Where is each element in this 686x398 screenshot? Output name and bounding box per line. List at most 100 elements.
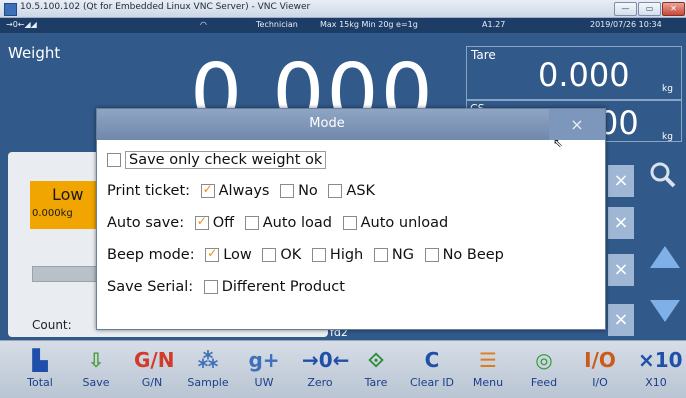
scale-specs: Max 15kg Min 20g e=1g: [320, 20, 418, 29]
toolbar-label: Clear ID: [410, 376, 454, 389]
clear-limit-button[interactable]: ×: [608, 165, 634, 197]
zero-indicator-icon: →0←◢◢: [6, 20, 37, 29]
save-icon: ⇩: [87, 348, 105, 372]
toolbar-g-n-button[interactable]: G/N G/N: [126, 342, 178, 396]
zero-icon: →0←: [302, 348, 350, 372]
beep-mode-label: Beep mode:: [107, 247, 195, 263]
gn-icon: G/N: [134, 348, 175, 372]
toolbar-feed-button[interactable]: ◎ Feed: [518, 342, 570, 396]
count-label: Count:: [32, 318, 72, 332]
beep-low-checkbox[interactable]: [205, 246, 220, 262]
mode-dialog: Mode × Save only check weight ok Print t…: [96, 108, 606, 330]
tare-unit: kg: [662, 84, 673, 94]
save-only-checkbox[interactable]: [107, 153, 121, 167]
weight-label: Weight: [8, 44, 61, 62]
arrow-up-icon[interactable]: [648, 244, 682, 274]
search-icon[interactable]: [648, 160, 678, 194]
print-ask-label: ASK: [346, 183, 376, 199]
save-serial-row: Save Serial: Different Product: [107, 279, 345, 295]
print-always-label: Always: [218, 183, 270, 199]
toolbar-label: Sample: [187, 376, 229, 389]
tare-icon: ⟐: [368, 348, 384, 372]
print-ticket-label: Print ticket:: [107, 183, 191, 199]
mouse-cursor-icon: ⇖: [553, 136, 564, 150]
toolbar-label: Zero: [307, 376, 333, 389]
total-icon: ▙: [32, 348, 48, 372]
auto-save-off-label: Off: [212, 215, 235, 231]
beep-mode-row: Beep mode: Low OK High NG No Beep: [107, 246, 504, 263]
print-ask-checkbox[interactable]: [328, 184, 343, 198]
save-only-row[interactable]: Save only check weight ok: [107, 151, 327, 169]
print-no-checkbox[interactable]: [280, 184, 295, 198]
toolbar-label: UW: [254, 376, 274, 389]
toolbar-label: Save: [82, 376, 110, 389]
auto-save-off-checkbox[interactable]: [194, 214, 209, 230]
beep-ok-checkbox[interactable]: [262, 248, 277, 262]
tare-label: Tare: [471, 48, 496, 62]
clear-limit-button[interactable]: ×: [608, 254, 634, 286]
toolbar-x10-button[interactable]: ×10 X10: [630, 342, 683, 396]
minimize-button[interactable]: —: [614, 2, 637, 16]
sample-icon: ⁂: [197, 348, 219, 372]
vnc-app-icon: [4, 3, 17, 16]
datetime: 2019/07/26 10:34: [590, 20, 662, 29]
beep-none-label: No Beep: [442, 247, 504, 263]
different-product-label: Different Product: [221, 279, 345, 295]
beep-high-checkbox[interactable]: [311, 248, 326, 262]
toolbar-label: G/N: [141, 376, 163, 389]
menu-icon: ☰: [479, 348, 497, 372]
auto-unload-checkbox[interactable]: [342, 216, 357, 230]
toolbar-label: I/O: [592, 376, 608, 389]
beep-ok-label: OK: [280, 247, 302, 263]
beep-ng-checkbox[interactable]: [373, 248, 388, 262]
beep-low-label: Low: [223, 247, 252, 263]
toolbar-label: Tare: [364, 376, 388, 389]
beep-high-label: High: [329, 247, 364, 263]
dialog-header: Mode ×: [97, 109, 605, 140]
status-bar: →0←◢◢ ◠ Technician Max 15kg Min 20g e=1g…: [0, 18, 686, 33]
toolbar-uw-button[interactable]: g+ UW: [238, 342, 290, 396]
window-title: 10.5.100.102 (Qt for Embedded Linux VNC …: [20, 2, 311, 12]
uw-icon: g+: [248, 348, 280, 372]
wifi-icon: ◠: [200, 20, 207, 29]
toolbar-clear-id-button[interactable]: C Clear ID: [406, 342, 458, 396]
toolbar-label: Menu: [472, 376, 504, 389]
toolbar-i-o-button[interactable]: I/O I/O: [574, 342, 626, 396]
clear-id-icon: C: [424, 348, 440, 372]
feed-icon: ◎: [535, 348, 553, 372]
window-titlebar: 10.5.100.102 (Qt for Embedded Linux VNC …: [0, 0, 686, 18]
version-code: A1.27: [482, 20, 506, 29]
low-label: Low: [52, 185, 84, 204]
beep-ng-label: NG: [391, 247, 414, 263]
clear-limit-button[interactable]: ×: [608, 207, 634, 239]
different-product-checkbox[interactable]: [203, 280, 218, 294]
beep-none-checkbox[interactable]: [424, 248, 439, 262]
toolbar-sample-button[interactable]: ⁂ Sample: [182, 342, 234, 396]
toolbar-save-button[interactable]: ⇩ Save: [70, 342, 122, 396]
second-unit: kg: [662, 132, 673, 142]
toolbar-menu-button[interactable]: ☰ Menu: [462, 342, 514, 396]
save-only-label: Save only check weight ok: [125, 151, 327, 169]
toolbar-label: Feed: [530, 376, 558, 389]
tare-value: 0.000: [538, 56, 630, 94]
print-no-label: No: [298, 183, 318, 199]
auto-save-label: Auto save:: [107, 215, 185, 231]
user-role: Technician: [256, 20, 298, 29]
arrow-down-icon[interactable]: [648, 298, 682, 328]
print-always-checkbox[interactable]: [200, 182, 215, 198]
auto-unload-label: Auto unload: [360, 215, 449, 231]
auto-load-checkbox[interactable]: [244, 216, 259, 230]
clear-limit-button[interactable]: ×: [608, 304, 634, 336]
toolbar-total-button[interactable]: ▙ Total: [14, 342, 66, 396]
close-window-button[interactable]: ✕: [662, 2, 685, 16]
toolbar-tare-button[interactable]: ⟐ Tare: [350, 342, 402, 396]
io-icon: I/O: [584, 348, 616, 372]
toolbar-zero-button[interactable]: →0← Zero: [294, 342, 350, 396]
toolbar-label: Total: [27, 376, 53, 389]
auto-save-row: Auto save: Off Auto load Auto unload: [107, 214, 449, 231]
dialog-title: Mode: [309, 116, 345, 131]
toolbar-label: X10: [645, 376, 667, 389]
auto-load-label: Auto load: [262, 215, 332, 231]
maximize-button[interactable]: ▭: [638, 2, 661, 16]
x10-icon: ×10: [638, 348, 683, 372]
